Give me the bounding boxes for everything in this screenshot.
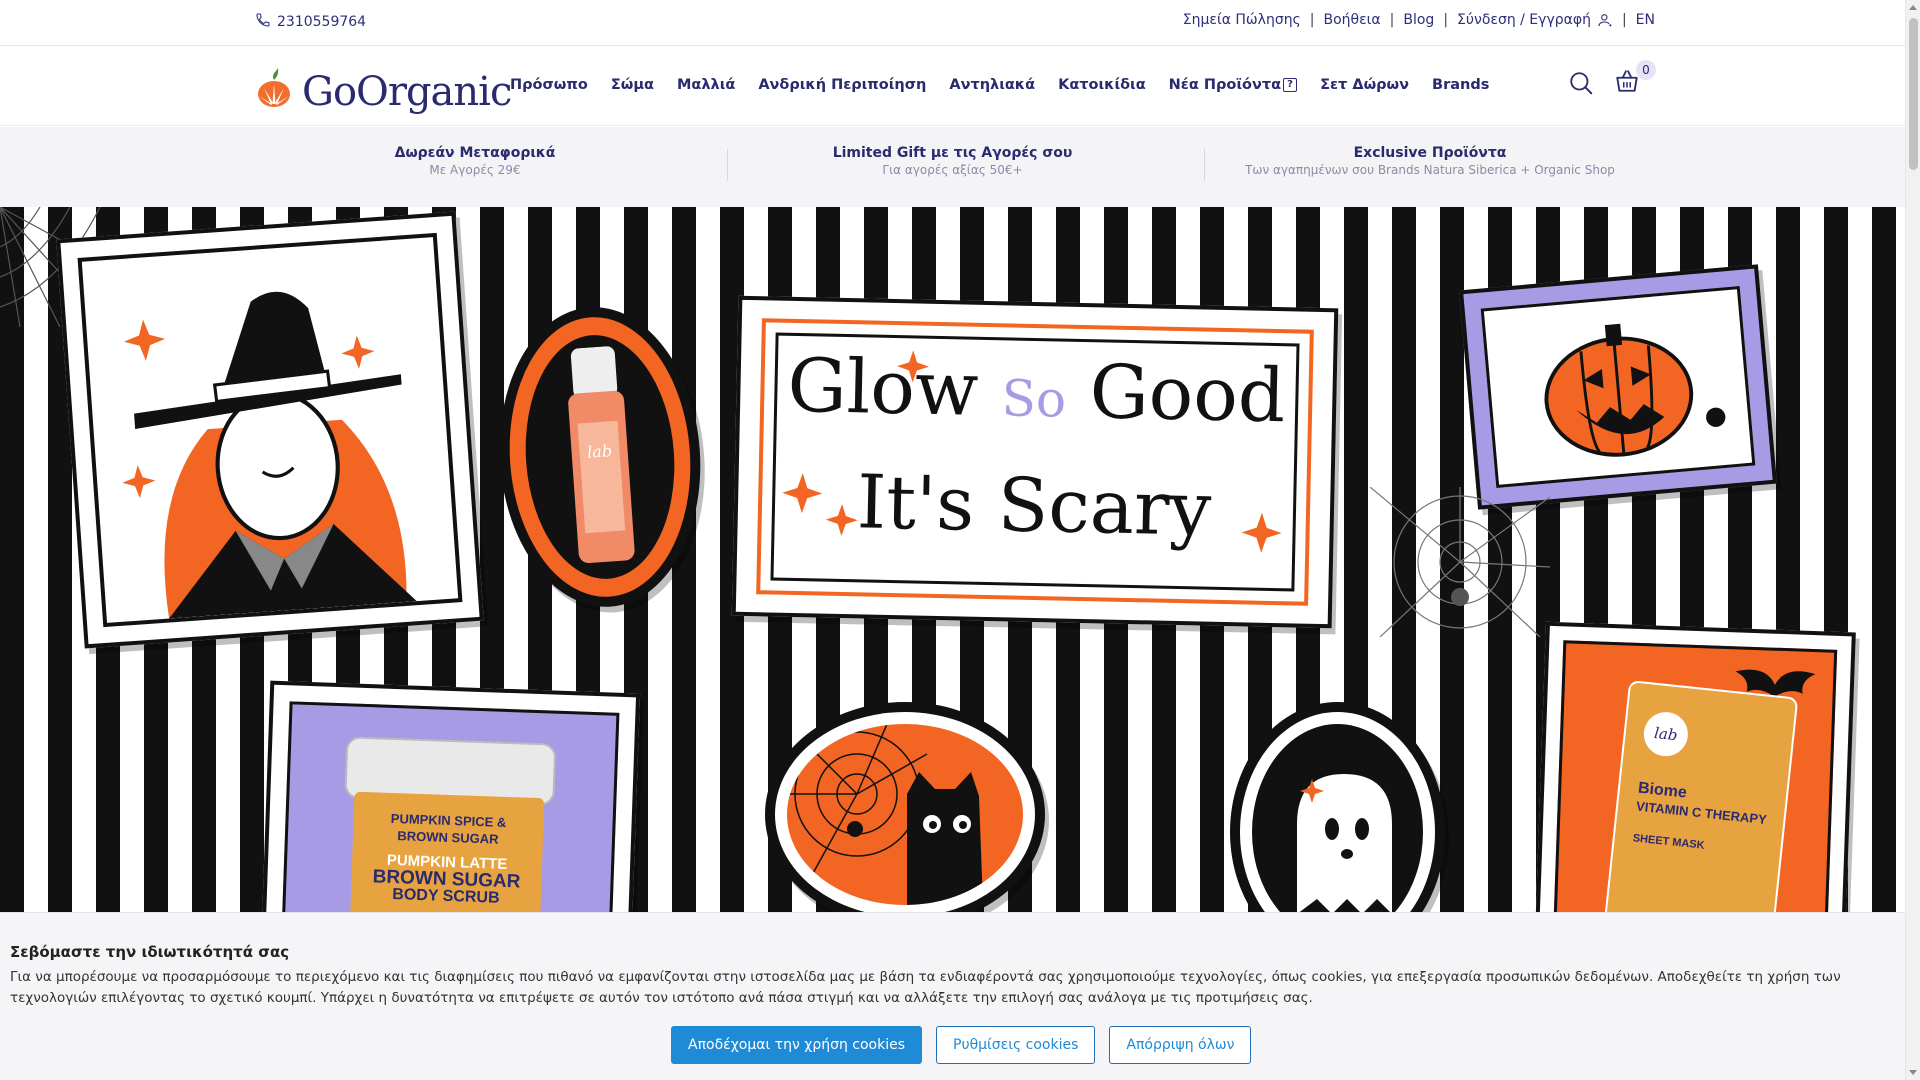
reject-all-button[interactable]: Απόρριψη όλων (1109, 1026, 1252, 1064)
phone-number: 2310559764 (277, 14, 367, 30)
cookie-text: Για να μπορέσουμε να προσαρμόσουμε το πε… (10, 969, 1841, 1006)
divider (727, 149, 728, 181)
page-scrollbar[interactable] (1905, 0, 1920, 1080)
cookie-settings-button[interactable]: Ρυθμίσεις cookies (936, 1026, 1096, 1064)
usp-subtitle: Των αγαπημένων σου Brands Natura Siberic… (1245, 163, 1615, 177)
mask-subtitle: SHEET MASK (1632, 832, 1706, 852)
user-icon[interactable] (1597, 12, 1613, 28)
serum-frame: lab (489, 300, 711, 614)
divider (1204, 149, 1205, 181)
main-nav: Πρόσωπο Σώμα Μαλλιά Ανδρική Περιποίηση Α… (510, 77, 1489, 93)
ghost-illustration (1297, 774, 1392, 914)
top-links: Σημεία Πώλησης | Βοήθεια | Blog | Σύνδεσ… (1183, 12, 1655, 28)
help-link[interactable]: Βοήθεια (1324, 12, 1381, 28)
scrub-jar: PUMPKIN SPICE & BROWN SUGAR PUMPKIN LATT… (337, 736, 557, 927)
nav-item-brands[interactable]: Brands (1432, 77, 1489, 93)
search-icon[interactable] (1568, 70, 1594, 96)
cookie-consent-banner: Σεβόμαστε την ιδιωτικότητά σας Για να μπ… (0, 912, 1905, 1080)
nav-item-new-products[interactable]: Νέα Προϊόντα? (1168, 77, 1298, 93)
sheet-mask-pack: lab Biome VITAMIN C THERAPY SHEET MASK (1602, 680, 1799, 927)
scroll-down-arrow-icon[interactable] (1909, 1070, 1917, 1075)
cart-count-badge: 0 (1636, 60, 1656, 80)
usp-title: Exclusive Προϊόντα (1353, 145, 1507, 161)
scrub-frame: PUMPKIN SPICE & BROWN SUGAR PUMPKIN LATT… (259, 680, 641, 927)
pumpkin-frame (1458, 264, 1778, 510)
jack-o-lantern-illustration (1544, 323, 1726, 457)
nav-item-gift-sets[interactable]: Σετ Δώρων (1320, 77, 1409, 93)
usp-limited-gift: Limited Gift με τις Αγορές σου Για αγορέ… (800, 145, 1105, 177)
hero-banner[interactable]: lab Glow So Good It's Scary PUMPKIN SPIC… (0, 207, 1905, 927)
usp-exclusive: Exclusive Προϊόντα Των αγαπημένων σου Br… (1240, 145, 1620, 177)
login-register-link[interactable]: Σύνδεση / Εγγραφή (1457, 12, 1591, 28)
cart-button[interactable]: 0 (1614, 60, 1656, 98)
nav-item-body[interactable]: Σώμα (611, 77, 654, 93)
phone-link[interactable]: 2310559764 (255, 12, 366, 32)
blog-link[interactable]: Blog (1403, 12, 1434, 28)
nav-item-face[interactable]: Πρόσωπο (510, 77, 588, 93)
top-bar: 2310559764 Σημεία Πώλησης | Βοήθεια | Bl… (0, 0, 1905, 46)
separator: | (1389, 12, 1395, 28)
nav-item-new-products-label: Νέα Προϊόντα (1168, 77, 1282, 93)
usp-bar: Δωρεάν Μεταφορικά Με Αγορές 29€ Limited … (0, 127, 1905, 207)
nav-item-sunscreen[interactable]: Αντηλιακά (949, 77, 1035, 93)
scroll-up-arrow-icon[interactable] (1909, 5, 1917, 10)
logo-icon (252, 66, 296, 118)
cobweb-icon (1370, 487, 1550, 637)
scroll-thumb[interactable] (1909, 18, 1918, 170)
usp-title: Limited Gift με τις Αγορές σου (832, 145, 1073, 161)
cookie-title: Σεβόμαστε την ιδιωτικότητά σας (10, 943, 290, 961)
black-cat-illustration (787, 724, 983, 905)
serum-brand-text: lab (587, 441, 613, 462)
phone-icon (255, 12, 271, 32)
language-en-link[interactable]: EN (1636, 12, 1655, 28)
new-badge-icon: ? (1283, 78, 1298, 92)
logo[interactable]: GoOrganic (252, 66, 512, 118)
logo-text: GoOrganic (302, 69, 512, 115)
usp-free-shipping: Δωρεάν Μεταφορικά Με Αγορές 29€ (340, 145, 610, 177)
separator: | (1309, 12, 1315, 28)
main-header: GoOrganic Πρόσωπο Σώμα Μαλλιά Ανδρική Πε… (0, 46, 1905, 126)
separator: | (1443, 12, 1449, 28)
stores-link[interactable]: Σημεία Πώλησης (1183, 12, 1301, 28)
nav-item-pets[interactable]: Κατοικίδια (1058, 77, 1146, 93)
nav-item-hair[interactable]: Μαλλιά (677, 77, 735, 93)
cookie-buttons: Αποδέχομαι την χρήση cookies Ρυθμίσεις c… (671, 1026, 1252, 1064)
cat-frame (765, 702, 1045, 927)
headline-frame: Glow So Good It's Scary (731, 295, 1339, 629)
ghost-frame (1230, 702, 1445, 927)
sparkles-icon (782, 350, 1282, 553)
mask-brand-text: lab (1641, 709, 1691, 759)
witch-illustration (122, 291, 417, 619)
separator: | (1621, 12, 1627, 28)
serum-bottle-illustration: lab (568, 346, 635, 564)
nav-item-men[interactable]: Ανδρική Περιποίηση (758, 77, 926, 93)
page: 2310559764 Σημεία Πώλησης | Βοήθεια | Bl… (0, 0, 1905, 1080)
sheet-mask-frame: lab Biome VITAMIN C THERAPY SHEET MASK (1534, 621, 1856, 927)
usp-subtitle: Για αγορές αξίας 50€+ (882, 163, 1023, 177)
header-actions: 0 (1568, 60, 1656, 98)
usp-title: Δωρεάν Μεταφορικά (394, 145, 556, 161)
usp-subtitle: Με Αγορές 29€ (429, 163, 521, 177)
accept-cookies-button[interactable]: Αποδέχομαι την χρήση cookies (671, 1026, 923, 1064)
witch-frame (56, 211, 484, 649)
